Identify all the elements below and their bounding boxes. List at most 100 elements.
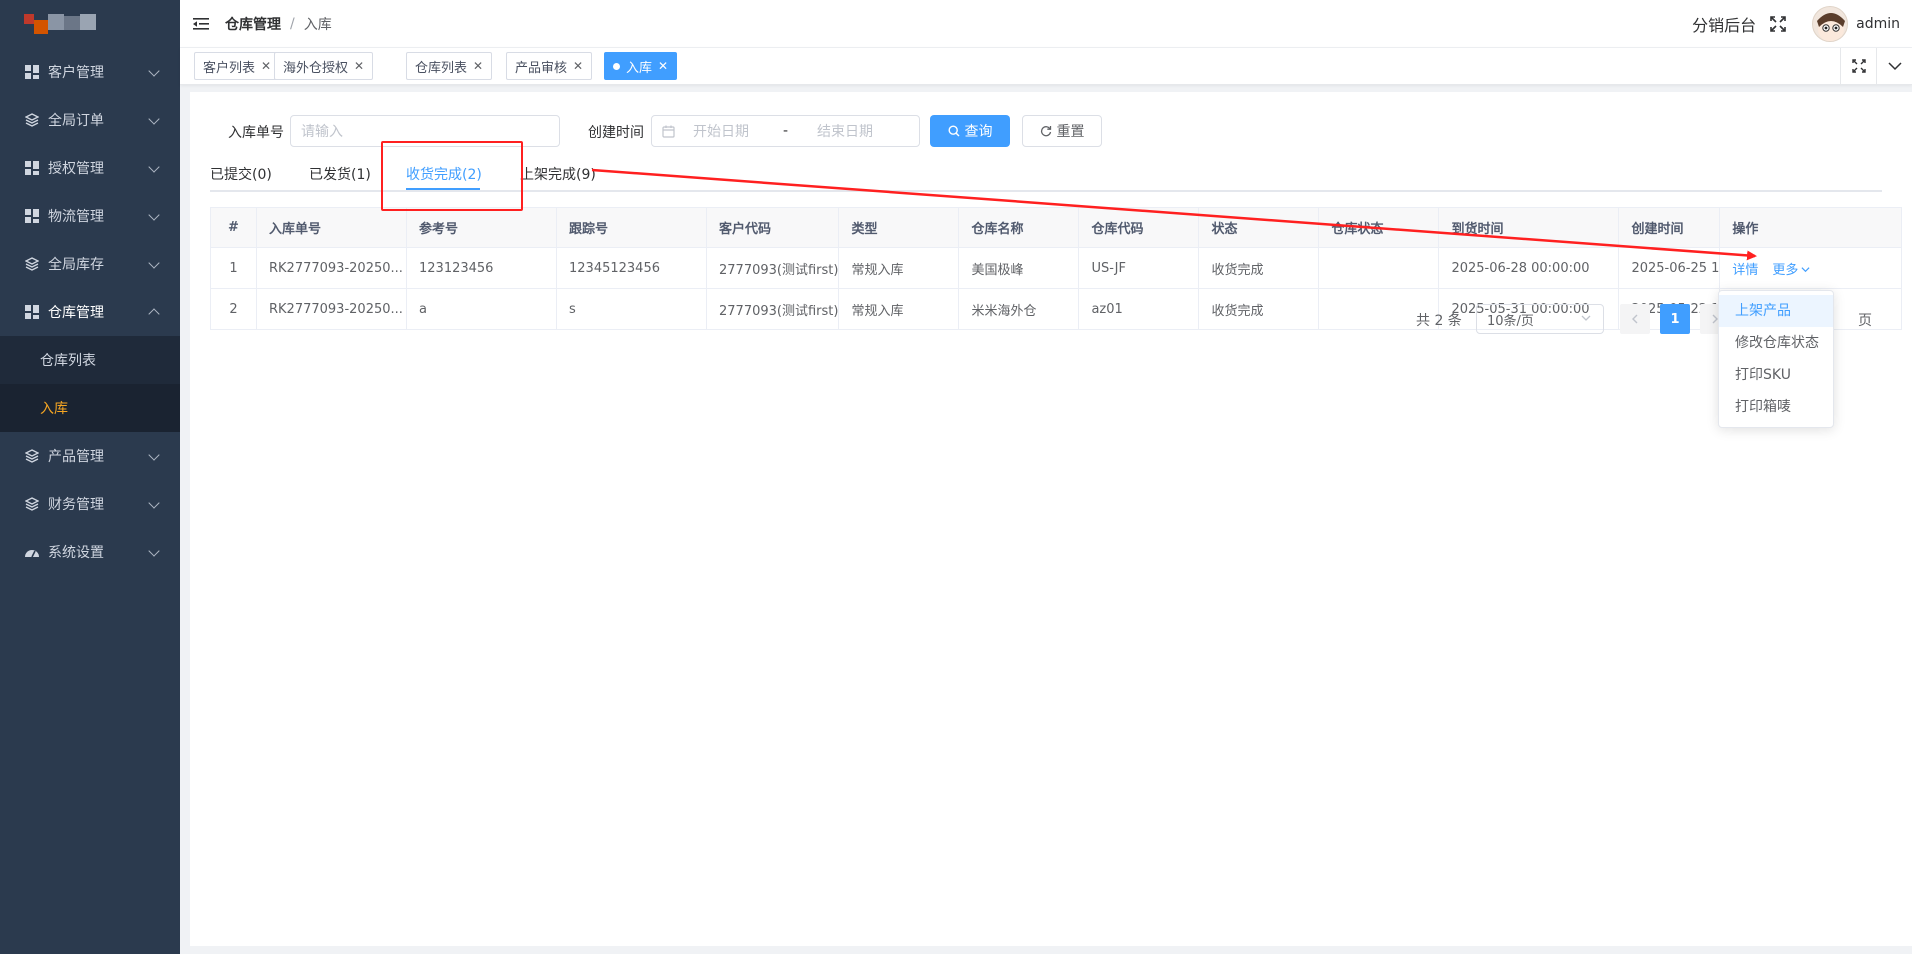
chevron-down-icon (148, 545, 160, 557)
sidebar-subitem-1[interactable]: 入库 (0, 384, 180, 432)
table-cell: 2 (210, 288, 257, 330)
chevron-down-icon (148, 257, 160, 269)
fullscreen-icon[interactable] (1770, 16, 1786, 32)
refresh-icon (1040, 125, 1052, 137)
chevron-down-icon (1581, 313, 1591, 323)
more-link[interactable]: 更多 (1772, 263, 1810, 278)
tag-0[interactable]: 客户列表 ✕ (194, 52, 281, 80)
pager-total: 共 2 条 (1416, 313, 1462, 329)
dropdown-item-3[interactable]: 打印箱唛 (1719, 391, 1833, 423)
table-cell: s (556, 288, 707, 330)
column-header: 参考号 (406, 207, 557, 248)
dropdown-item-2[interactable]: 打印SKU (1719, 359, 1833, 391)
pager-prev-button[interactable] (1620, 304, 1650, 334)
chevron-down-icon (148, 449, 160, 461)
breadcrumb-separator: / (290, 15, 295, 32)
table-cell: a (406, 288, 557, 330)
table-cell: US-JF (1078, 247, 1200, 289)
tag-label: 海外仓授权 (283, 60, 349, 76)
dropdown-item-1[interactable]: 修改仓库状态 (1719, 327, 1833, 359)
close-icon[interactable]: ✕ (658, 59, 668, 73)
sidebar-item-5[interactable]: 仓库管理 (0, 288, 180, 336)
tab-shipped[interactable]: 已发货(1) (309, 164, 371, 190)
username[interactable]: admin (1856, 16, 1900, 32)
breadcrumb-current: 入库 (303, 16, 332, 33)
close-icon[interactable]: ✕ (354, 59, 364, 73)
sidebar-item-3[interactable]: 物流管理 (0, 192, 180, 240)
table-cell: 米米海外仓 (958, 288, 1080, 330)
sidebar-item-0[interactable]: 客户管理 (0, 48, 180, 96)
tab-submitted[interactable]: 已提交(0) (210, 164, 272, 190)
breadcrumb: 仓库管理 / 入库 (225, 14, 332, 34)
column-header: 状态 (1198, 207, 1320, 248)
tag-label: 入库 (626, 60, 653, 76)
column-header: 仓库状态 (1318, 207, 1440, 248)
query-button[interactable]: 查询 (930, 115, 1010, 147)
tag-label: 仓库列表 (415, 60, 468, 76)
table-cell: 12345123456 (556, 247, 707, 289)
tag-3[interactable]: 产品审核 ✕ (506, 52, 593, 80)
table-cell[interactable]: RK2777093-20250... (256, 247, 407, 289)
dashboard-icon (24, 544, 40, 560)
tags-more-button[interactable] (1876, 48, 1912, 84)
column-header: 入库单号 (256, 207, 407, 248)
close-icon[interactable]: ✕ (473, 59, 483, 73)
pager-size-value: 10条/页 (1487, 313, 1534, 329)
calendar-icon (662, 125, 675, 138)
table-cell: 常规入库 (838, 247, 960, 289)
table-cell: 常规入库 (838, 288, 960, 330)
column-header: 仓库代码 (1078, 207, 1200, 248)
sidebar-item-label: 授权管理 (48, 161, 104, 177)
end-date-placeholder: 结束日期 (817, 124, 873, 140)
close-icon[interactable]: ✕ (573, 59, 583, 73)
query-button-label: 查询 (964, 124, 993, 140)
start-date-placeholder: 开始日期 (693, 124, 749, 140)
table-cell: 2025-06-25 1 (1618, 247, 1721, 289)
pager-size-select[interactable]: 10条/页 (1476, 304, 1604, 334)
distribution-backend-link[interactable]: 分销后台 (1692, 12, 1756, 36)
layers-icon (24, 448, 40, 464)
chevron-down-icon (148, 113, 160, 125)
column-header: 仓库名称 (958, 207, 1080, 248)
sidebar-subitem-0[interactable]: 仓库列表 (0, 336, 180, 384)
layers-icon (24, 112, 40, 128)
search-icon (947, 125, 960, 137)
more-actions-dropdown: 上架产品 修改仓库状态 打印SKU 打印箱唛 (1718, 290, 1834, 428)
tag-2[interactable]: 仓库列表 ✕ (406, 52, 493, 80)
tag-1[interactable]: 海外仓授权 ✕ (274, 52, 374, 80)
create-time-range-picker[interactable]: 开始日期 - 结束日期 (651, 115, 920, 147)
pager-page-suffix: 页 (1858, 313, 1872, 329)
sidebar-item-6[interactable]: 产品管理 (0, 432, 180, 480)
tag-4[interactable]: 入库 ✕ (604, 52, 678, 80)
table-cell: 收货完成 (1198, 288, 1320, 330)
sidebar-item-4[interactable]: 全局库存 (0, 240, 180, 288)
sidebar-item-label: 产品管理 (48, 449, 104, 465)
close-icon[interactable]: ✕ (261, 59, 271, 73)
avatar[interactable] (1812, 6, 1849, 42)
grid-icon (24, 208, 40, 224)
table-cell[interactable]: RK2777093-20250... (256, 288, 407, 330)
sidebar-item-label: 系统设置 (48, 545, 104, 561)
chevron-down-icon (148, 65, 160, 77)
tags-view-bar: 客户列表 ✕ 海外仓授权 ✕ 仓库列表 ✕ 产品审核 ✕ 入库 ✕ (180, 48, 1912, 85)
breadcrumb-parent[interactable]: 仓库管理 (225, 14, 281, 34)
create-time-label: 创建时间 (588, 125, 644, 141)
table-cell: 1 (210, 247, 257, 289)
menu-fold-icon[interactable] (193, 17, 209, 31)
dropdown-item-0[interactable]: 上架产品 (1719, 295, 1833, 327)
sidebar-item-2[interactable]: 授权管理 (0, 144, 180, 192)
table-header-row: # 入库单号 参考号 跟踪号 客户代码 类型 仓库名称 仓库代码 状态 仓库状态 到货时间 创建时间操… (210, 207, 1903, 248)
detail-link[interactable]: 详情 (1732, 263, 1758, 278)
reset-button[interactable]: 重置 (1022, 115, 1102, 147)
sidebar-item-1[interactable]: 全局订单 (0, 96, 180, 144)
tags-fullscreen-button[interactable] (1840, 48, 1876, 84)
sidebar-item-8[interactable]: 系统设置 (0, 528, 180, 576)
table-cell: 收货完成 (1198, 247, 1320, 289)
date-range-separator: - (783, 123, 789, 139)
pager-page-1[interactable]: 1 (1660, 304, 1690, 334)
main-content: 入库单号 请输入 创建时间 开始日期 - 结束日期 查询 重置 已提交(0) 已… (190, 92, 1912, 946)
table-cell: 美国极峰 (958, 247, 1080, 289)
sidebar-item-7[interactable]: 财务管理 (0, 480, 180, 528)
tab-shelved[interactable]: 上架完成(9) (520, 164, 596, 190)
column-header: 跟踪号 (556, 207, 707, 248)
